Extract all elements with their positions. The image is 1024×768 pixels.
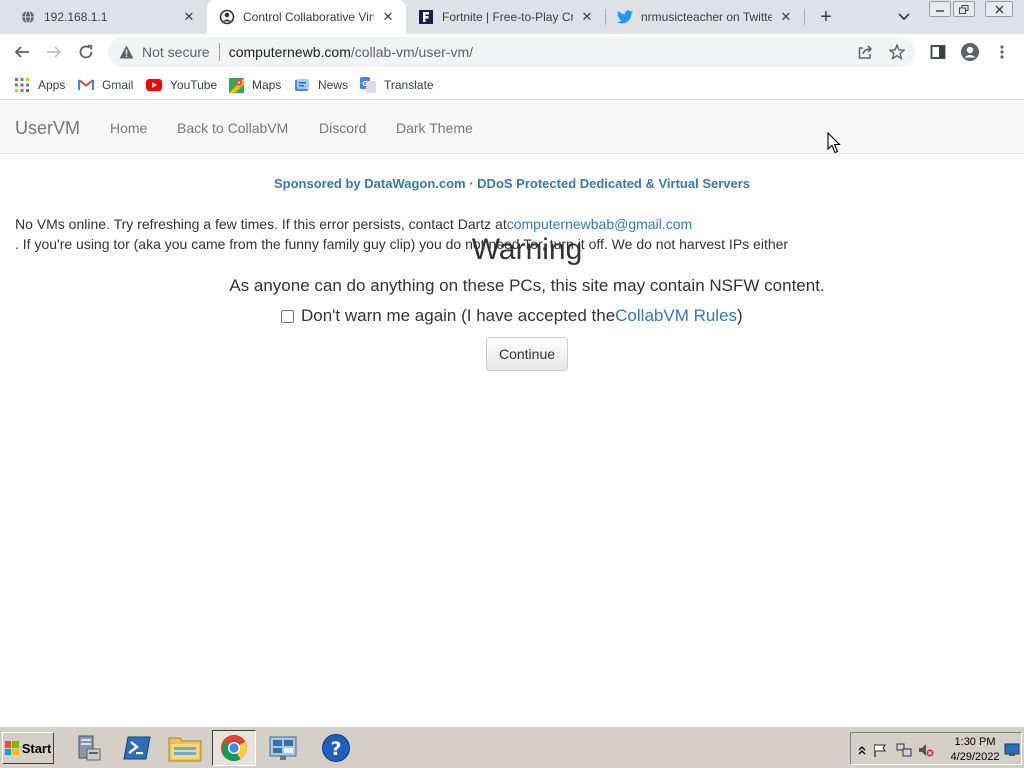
warning-heading: Warning <box>471 233 583 266</box>
new-tab-button[interactable]: + <box>815 6 837 28</box>
windows-logo-icon <box>4 741 19 755</box>
tab-router[interactable]: 192.168.1.1 ✕ <box>0 0 207 34</box>
globe-icon <box>20 9 36 25</box>
brand-link[interactable]: UserVM <box>15 118 80 139</box>
bookmark-label: Translate <box>384 78 434 92</box>
taskbar: Start ? 1:30 PM 4/29/2022 <box>0 726 1024 768</box>
bookmark-label: Maps <box>252 78 282 92</box>
security-label[interactable]: Not secure <box>142 44 210 60</box>
tab-title: 192.168.1.1 <box>44 10 108 24</box>
gmail-icon <box>78 77 94 93</box>
bookmark-translate[interactable]: G Translate <box>360 76 434 94</box>
error-message: No VMs online. Try refreshing a few time… <box>15 216 693 232</box>
accept-row: Don't warn me again (I have accepted the… <box>281 306 743 326</box>
side-panel-icon[interactable] <box>926 40 950 64</box>
address-bar[interactable]: Not secure computernewb.com/collab-vm/us… <box>108 37 915 67</box>
tab-strip: 192.168.1.1 ✕ Control Collaborative Virt… <box>0 0 1024 34</box>
clock-date: 4/29/2022 <box>950 751 1000 763</box>
fortnite-icon <box>418 9 434 25</box>
bookmark-maps[interactable]: Maps <box>228 76 281 94</box>
screen: 192.168.1.1 ✕ Control Collaborative Virt… <box>0 0 1024 768</box>
bookmark-apps[interactable]: Apps <box>14 76 65 94</box>
bookmark-label: YouTube <box>170 78 218 92</box>
clock[interactable]: 1:30 PM 4/29/2022 <box>944 735 1006 765</box>
show-desktop-icon[interactable] <box>1004 742 1020 758</box>
bookmark-youtube[interactable]: YouTube <box>146 76 217 94</box>
youtube-icon <box>146 77 162 93</box>
dont-warn-checkbox[interactable] <box>281 309 294 323</box>
close-icon[interactable]: ✕ <box>579 9 595 25</box>
collabvm-icon <box>219 9 235 25</box>
tab-separator <box>804 9 805 25</box>
minimize-button[interactable] <box>929 1 951 17</box>
email-link[interactable]: computernewbab@gmail.com <box>507 216 692 232</box>
network-icon[interactable] <box>896 742 912 758</box>
close-icon[interactable]: ✕ <box>181 9 197 25</box>
action-center-flag-icon[interactable] <box>872 742 888 758</box>
star-icon[interactable] <box>889 44 905 60</box>
bookmark-label: News <box>318 78 349 92</box>
share-icon[interactable] <box>857 44 873 60</box>
apps-grid-icon <box>14 77 30 93</box>
tab-title: Control Collaborative Virtual <box>243 10 374 24</box>
start-button[interactable]: Start <box>2 732 54 764</box>
control-panel-icon[interactable] <box>262 730 306 766</box>
nav-back-to-collabvm[interactable]: Back to CollabVM <box>177 120 288 136</box>
restore-button[interactable] <box>953 1 975 17</box>
bookmark-label: Apps <box>38 78 66 92</box>
system-tray: 1:30 PM 4/29/2022 <box>850 732 1022 765</box>
chevron-up-icon[interactable] <box>854 742 870 758</box>
tab-fortnite[interactable]: Fortnite | Free-to-Play Cross ✕ <box>406 0 605 34</box>
tab-title: nrmusicteacher on Twitter: <box>641 10 772 24</box>
twitter-icon <box>617 9 633 25</box>
divider <box>218 43 220 61</box>
site-navbar: UserVM Home Back to CollabVM Discord Dar… <box>0 101 1024 154</box>
rules-link[interactable]: CollabVM Rules <box>615 306 737 326</box>
continue-button[interactable]: Continue <box>486 337 568 371</box>
tab-collabvm[interactable]: Control Collaborative Virtual ✕ <box>207 0 406 34</box>
checkbox-label-end: ) <box>737 306 743 325</box>
maps-icon <box>228 77 244 93</box>
help-icon[interactable]: ? <box>314 730 358 766</box>
reload-button[interactable] <box>74 40 98 64</box>
forward-button[interactable] <box>42 40 66 64</box>
start-label: Start <box>21 740 52 756</box>
browser-toolbar: Not secure computernewb.com/collab-vm/us… <box>0 34 1024 70</box>
news-icon <box>294 77 310 93</box>
warning-icon[interactable] <box>118 44 134 60</box>
server-manager-icon[interactable] <box>66 730 110 766</box>
chrome-icon[interactable] <box>212 730 256 766</box>
url-text[interactable]: computernewb.com/collab-vm/user-vm/ <box>229 44 473 60</box>
svg-text:G: G <box>362 80 368 88</box>
chevron-down-icon[interactable] <box>895 8 913 26</box>
menu-icon[interactable] <box>990 40 1014 64</box>
close-window-button[interactable] <box>985 1 1013 17</box>
volume-muted-icon[interactable] <box>918 742 934 758</box>
bookmark-news[interactable]: News <box>294 76 348 94</box>
nsfw-message: As anyone can do anything on these PCs, … <box>229 276 825 295</box>
tab-twitter[interactable]: nrmusicteacher on Twitter: ✕ <box>605 0 804 34</box>
clock-time: 1:30 PM <box>954 736 996 748</box>
sponsor-link[interactable]: Sponsored by DataWagon.com · DDoS Protec… <box>0 176 1024 191</box>
close-icon[interactable]: ✕ <box>778 9 794 25</box>
mouse-cursor-icon <box>827 131 841 154</box>
explorer-icon[interactable] <box>163 730 207 766</box>
bookmarks-bar: Apps Gmail YouTube Maps News G Translate <box>0 70 1024 100</box>
svg-text:?: ? <box>330 738 341 760</box>
translate-icon: G <box>360 77 376 93</box>
bookmark-gmail[interactable]: Gmail <box>78 76 133 94</box>
nav-dark-theme[interactable]: Dark Theme <box>396 120 473 136</box>
profile-avatar[interactable] <box>958 40 982 64</box>
checkbox-label[interactable]: Don't warn me again (I have accepted the <box>301 306 615 326</box>
tab-separator <box>605 9 606 25</box>
close-icon[interactable]: ✕ <box>380 9 396 25</box>
back-button[interactable] <box>10 40 34 64</box>
tab-title: Fortnite | Free-to-Play Cross <box>442 10 573 24</box>
nav-discord[interactable]: Discord <box>319 120 366 136</box>
bookmark-label: Gmail <box>102 78 134 92</box>
nav-home[interactable]: Home <box>110 120 147 136</box>
powershell-icon[interactable] <box>115 730 159 766</box>
